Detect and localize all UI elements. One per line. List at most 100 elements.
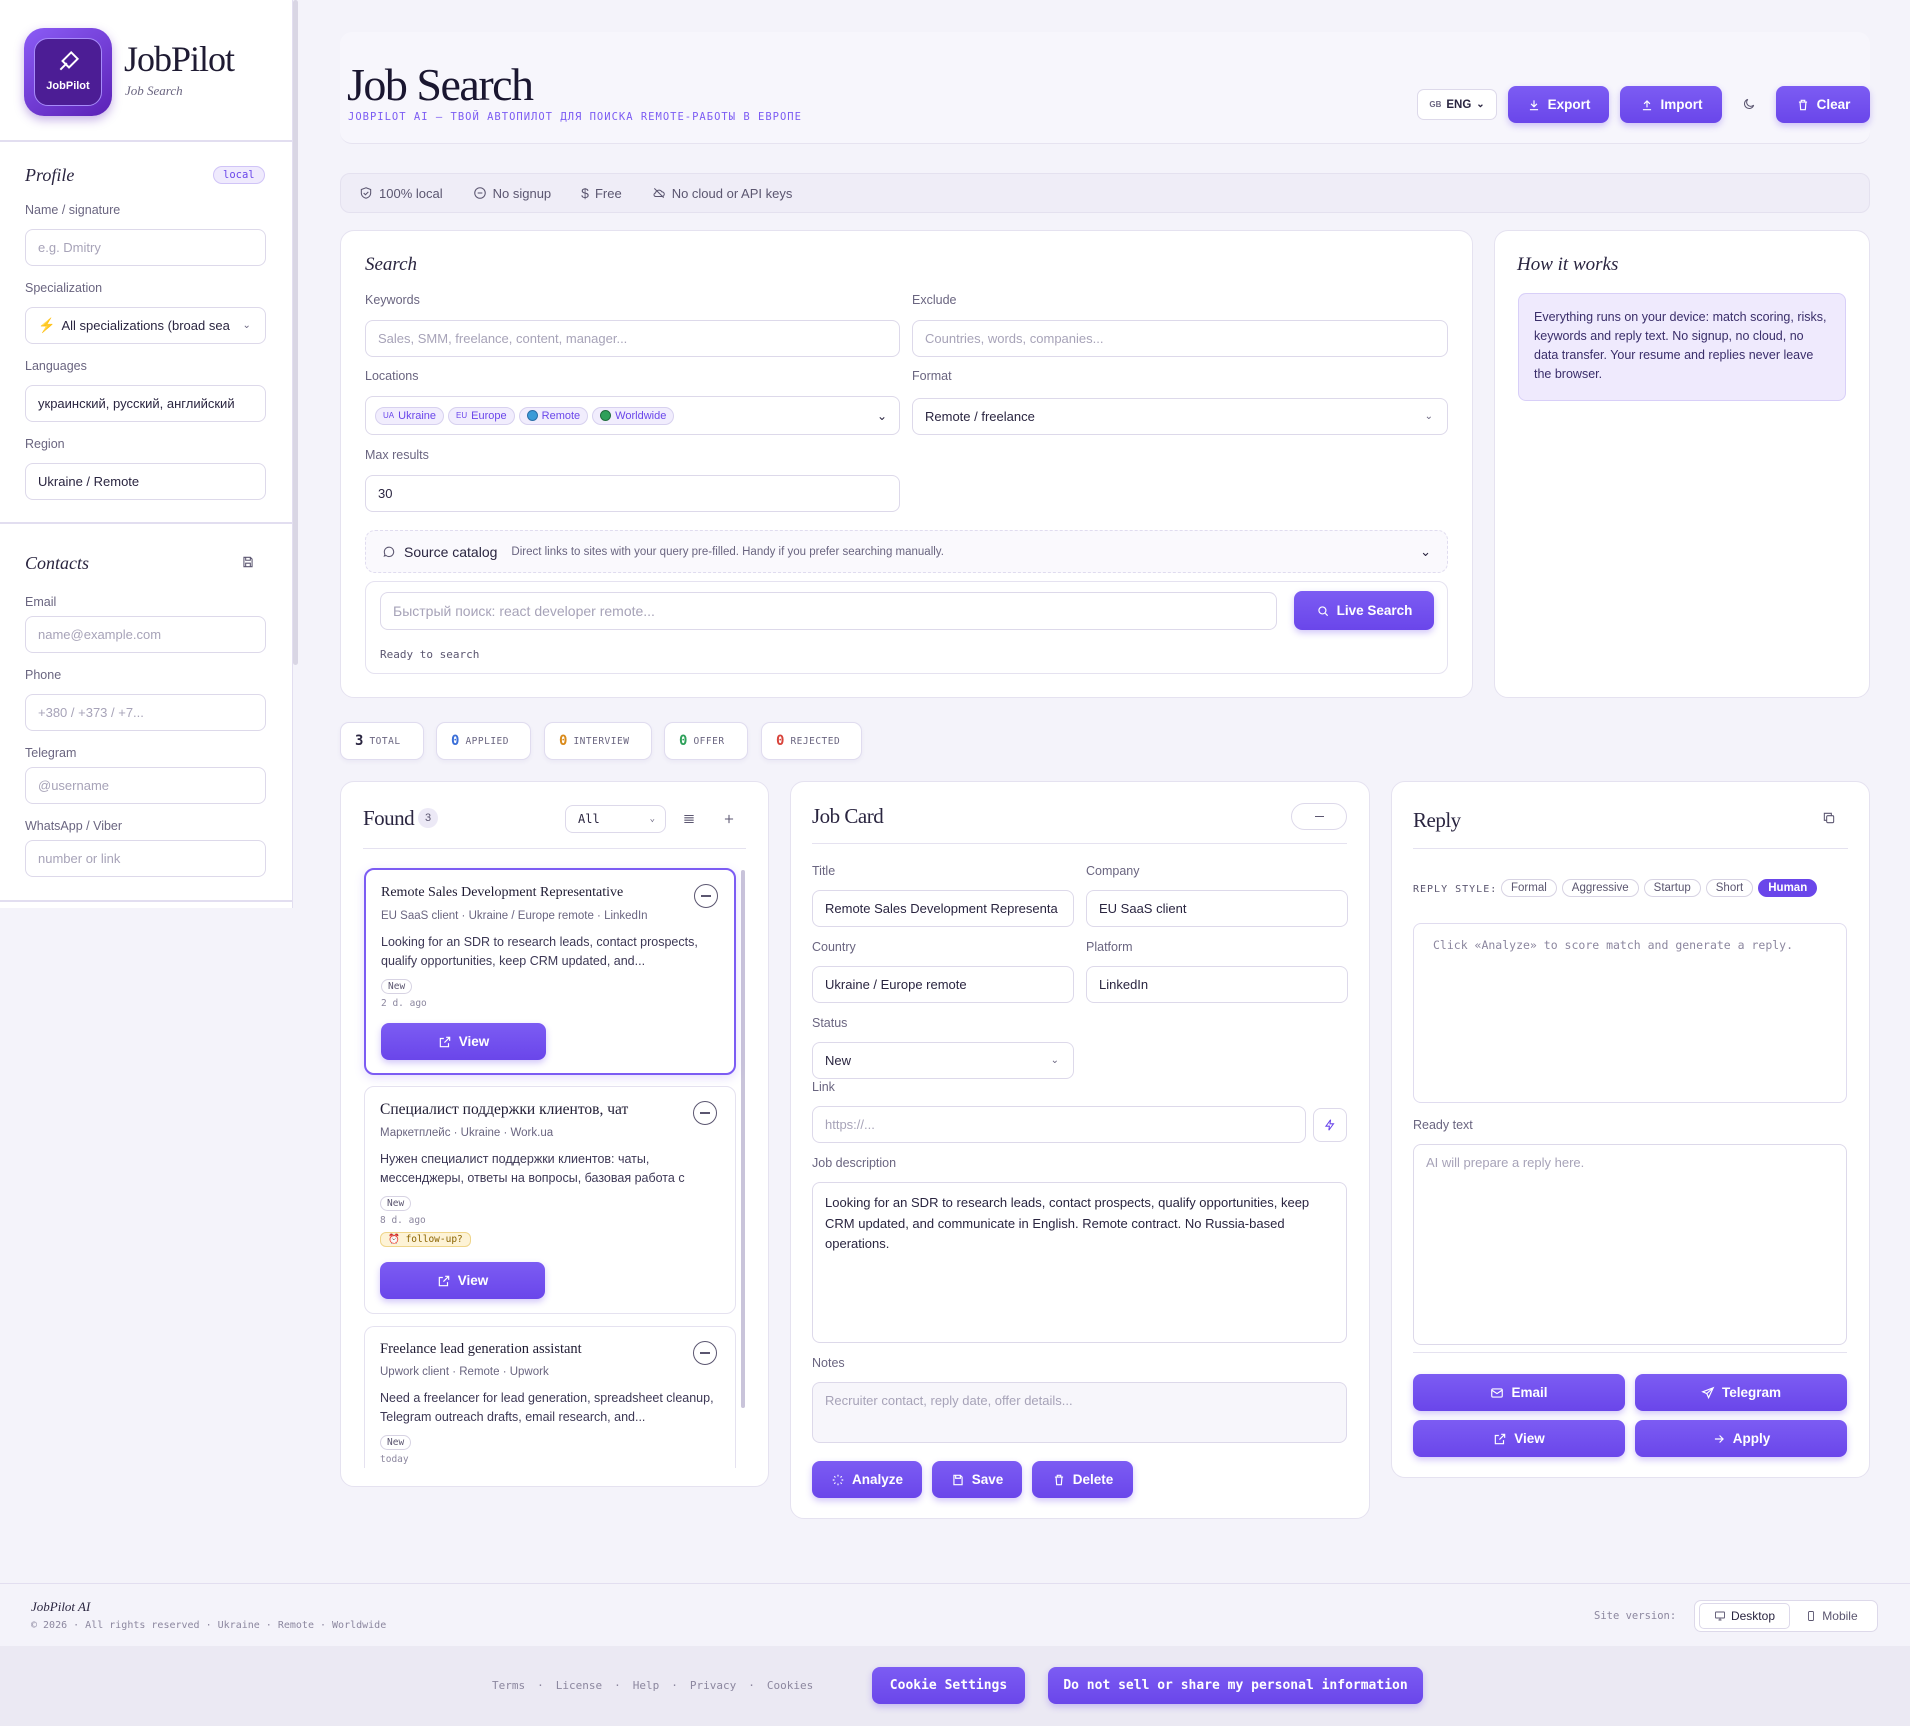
- style-aggressive[interactable]: Aggressive: [1561, 879, 1639, 897]
- locations-select[interactable]: UA Ukraine EU Europe Remote Worldwide ⌄: [365, 396, 900, 435]
- collapse-icon[interactable]: [694, 884, 718, 908]
- stat-offer[interactable]: 0 OFFER: [664, 722, 748, 760]
- ready-text-area[interactable]: AI will prepare a reply here.: [1413, 1144, 1847, 1345]
- do-not-sell-button[interactable]: Do not sell or share my personal informa…: [1048, 1667, 1423, 1704]
- live-search-button[interactable]: Live Search: [1294, 591, 1434, 630]
- view-button[interactable]: View: [380, 1262, 545, 1299]
- cookies-link[interactable]: Cookies: [767, 1679, 813, 1692]
- company-input[interactable]: EU SaaS client: [1086, 890, 1348, 927]
- trash-icon: [1054, 1474, 1063, 1485]
- footer-brand: JobPilot AI: [31, 1599, 91, 1614]
- chevron-down-icon: ⌄: [1424, 411, 1433, 422]
- format-label: Format: [912, 369, 952, 383]
- collapse-icon[interactable]: [693, 1341, 717, 1365]
- language-select[interactable]: GB ENG ⌄: [1417, 89, 1497, 120]
- platform-label: Platform: [1086, 940, 1133, 954]
- telegram-field[interactable]: @username: [25, 767, 266, 804]
- quick-link-button[interactable]: [1313, 1108, 1347, 1142]
- found-divider: [363, 848, 746, 849]
- how-text: Everything runs on your device: match sc…: [1518, 293, 1846, 401]
- features-strip: 100% local No signup $ Free No cloud or A…: [340, 173, 1870, 213]
- import-button[interactable]: Import: [1620, 86, 1722, 123]
- cookie-settings-button[interactable]: Cookie Settings: [872, 1667, 1025, 1704]
- location-chip[interactable]: Remote: [518, 406, 589, 425]
- quick-search-input[interactable]: Быстрый поиск: react developer remote...: [380, 592, 1277, 630]
- reply-title: Reply: [1413, 808, 1461, 832]
- name-input[interactable]: e.g. Dmitry: [25, 229, 266, 266]
- download-icon: [1529, 99, 1538, 110]
- save-button[interactable]: Save: [932, 1461, 1022, 1498]
- list-view-icon[interactable]: [682, 812, 696, 826]
- style-short[interactable]: Short: [1705, 879, 1754, 897]
- link-input[interactable]: https://...: [812, 1106, 1306, 1143]
- filter-select[interactable]: All ⌄: [565, 805, 666, 833]
- specialization-select[interactable]: ⚡ All specializations (broad sea ⌄: [25, 307, 266, 344]
- location-chip[interactable]: EU Europe: [448, 406, 515, 425]
- job-item[interactable]: Remote Sales Development Representative …: [364, 868, 736, 1075]
- feature-no-cloud: No cloud or API keys: [652, 186, 792, 201]
- location-chip[interactable]: Worldwide: [592, 406, 675, 425]
- email-button[interactable]: Email: [1413, 1374, 1625, 1411]
- whatsapp-field[interactable]: number or link: [25, 840, 266, 877]
- email-field[interactable]: name@example.com: [25, 616, 266, 653]
- platform-input[interactable]: LinkedIn: [1086, 966, 1348, 1003]
- telegram-button[interactable]: Telegram: [1635, 1374, 1847, 1411]
- help-link[interactable]: Help: [633, 1679, 660, 1692]
- stat-rejected[interactable]: 0 REJECTED: [761, 722, 862, 760]
- country-label: Country: [812, 940, 856, 954]
- style-formal[interactable]: Formal: [1501, 879, 1557, 897]
- status-label: Status: [812, 1016, 848, 1030]
- sidebar-divider: [0, 900, 292, 902]
- privacy-link[interactable]: Privacy: [690, 1679, 736, 1692]
- country-input[interactable]: Ukraine / Europe remote: [812, 966, 1074, 1003]
- description-label: Job description: [812, 1156, 897, 1170]
- format-select[interactable]: Remote / freelance ⌄: [912, 398, 1448, 435]
- max-results-input[interactable]: 30: [365, 475, 900, 512]
- description-textarea[interactable]: Looking for an SDR to research leads, co…: [812, 1182, 1347, 1343]
- globe-icon: [526, 410, 538, 421]
- copy-icon[interactable]: [1822, 811, 1836, 825]
- lightning-icon: [1324, 1119, 1335, 1131]
- delete-button[interactable]: Delete: [1032, 1461, 1133, 1498]
- view-button[interactable]: View: [1413, 1420, 1625, 1457]
- exclude-input[interactable]: Countries, words, companies...: [912, 320, 1448, 357]
- languages-input[interactable]: украинский, русский, английский: [25, 385, 266, 422]
- save-contacts-icon[interactable]: [241, 555, 255, 569]
- list-scrollbar[interactable]: [741, 870, 745, 1408]
- stat-total[interactable]: 3 TOTAL: [340, 722, 424, 760]
- collapse-icon[interactable]: [693, 1101, 717, 1125]
- title-input[interactable]: Remote Sales Development Representa: [812, 890, 1074, 927]
- max-results-label: Max results: [365, 448, 429, 462]
- keywords-input[interactable]: Sales, SMM, freelance, content, manager.…: [365, 320, 900, 357]
- style-human[interactable]: Human: [1758, 879, 1818, 897]
- style-startup[interactable]: Startup: [1643, 879, 1701, 897]
- analyze-button[interactable]: Analyze: [812, 1461, 922, 1498]
- app-logo[interactable]: JobPilot: [24, 28, 112, 116]
- stat-interview[interactable]: 0 INTERVIEW: [544, 722, 652, 760]
- terms-link[interactable]: Terms: [492, 1679, 525, 1692]
- job-item[interactable]: Freelance lead generation assistant Upwo…: [364, 1326, 736, 1468]
- add-icon[interactable]: [722, 812, 736, 826]
- collapse-button[interactable]: [1291, 803, 1347, 830]
- sidebar-scrollbar[interactable]: [293, 0, 298, 665]
- license-link[interactable]: License: [556, 1679, 602, 1692]
- view-button[interactable]: View: [381, 1023, 546, 1060]
- chevron-down-icon: ⌄: [1420, 543, 1431, 559]
- local-badge: local: [213, 166, 265, 184]
- moon-icon[interactable]: [1742, 97, 1756, 111]
- notes-textarea[interactable]: Recruiter contact, reply date, offer det…: [812, 1382, 1347, 1443]
- desktop-toggle[interactable]: Desktop: [1699, 1603, 1790, 1629]
- clear-button[interactable]: Clear: [1776, 86, 1870, 123]
- status-select[interactable]: New ⌄: [812, 1042, 1074, 1079]
- apply-button[interactable]: Apply: [1635, 1420, 1847, 1457]
- stat-applied[interactable]: 0 APPLIED: [436, 722, 531, 760]
- phone-field[interactable]: +380 / +373 / +7...: [25, 694, 266, 731]
- monitor-icon: [1715, 1611, 1725, 1621]
- location-chip[interactable]: UA Ukraine: [375, 406, 445, 425]
- job-item[interactable]: Специалист поддержки клиентов, чат Марке…: [364, 1086, 736, 1314]
- mobile-toggle[interactable]: Mobile: [1790, 1609, 1873, 1623]
- chevron-down-icon: ⌄: [1050, 1055, 1059, 1066]
- region-input[interactable]: Ukraine / Remote: [25, 463, 266, 500]
- export-button[interactable]: Export: [1508, 86, 1609, 123]
- source-catalog[interactable]: Source catalog Direct links to sites wit…: [365, 530, 1448, 573]
